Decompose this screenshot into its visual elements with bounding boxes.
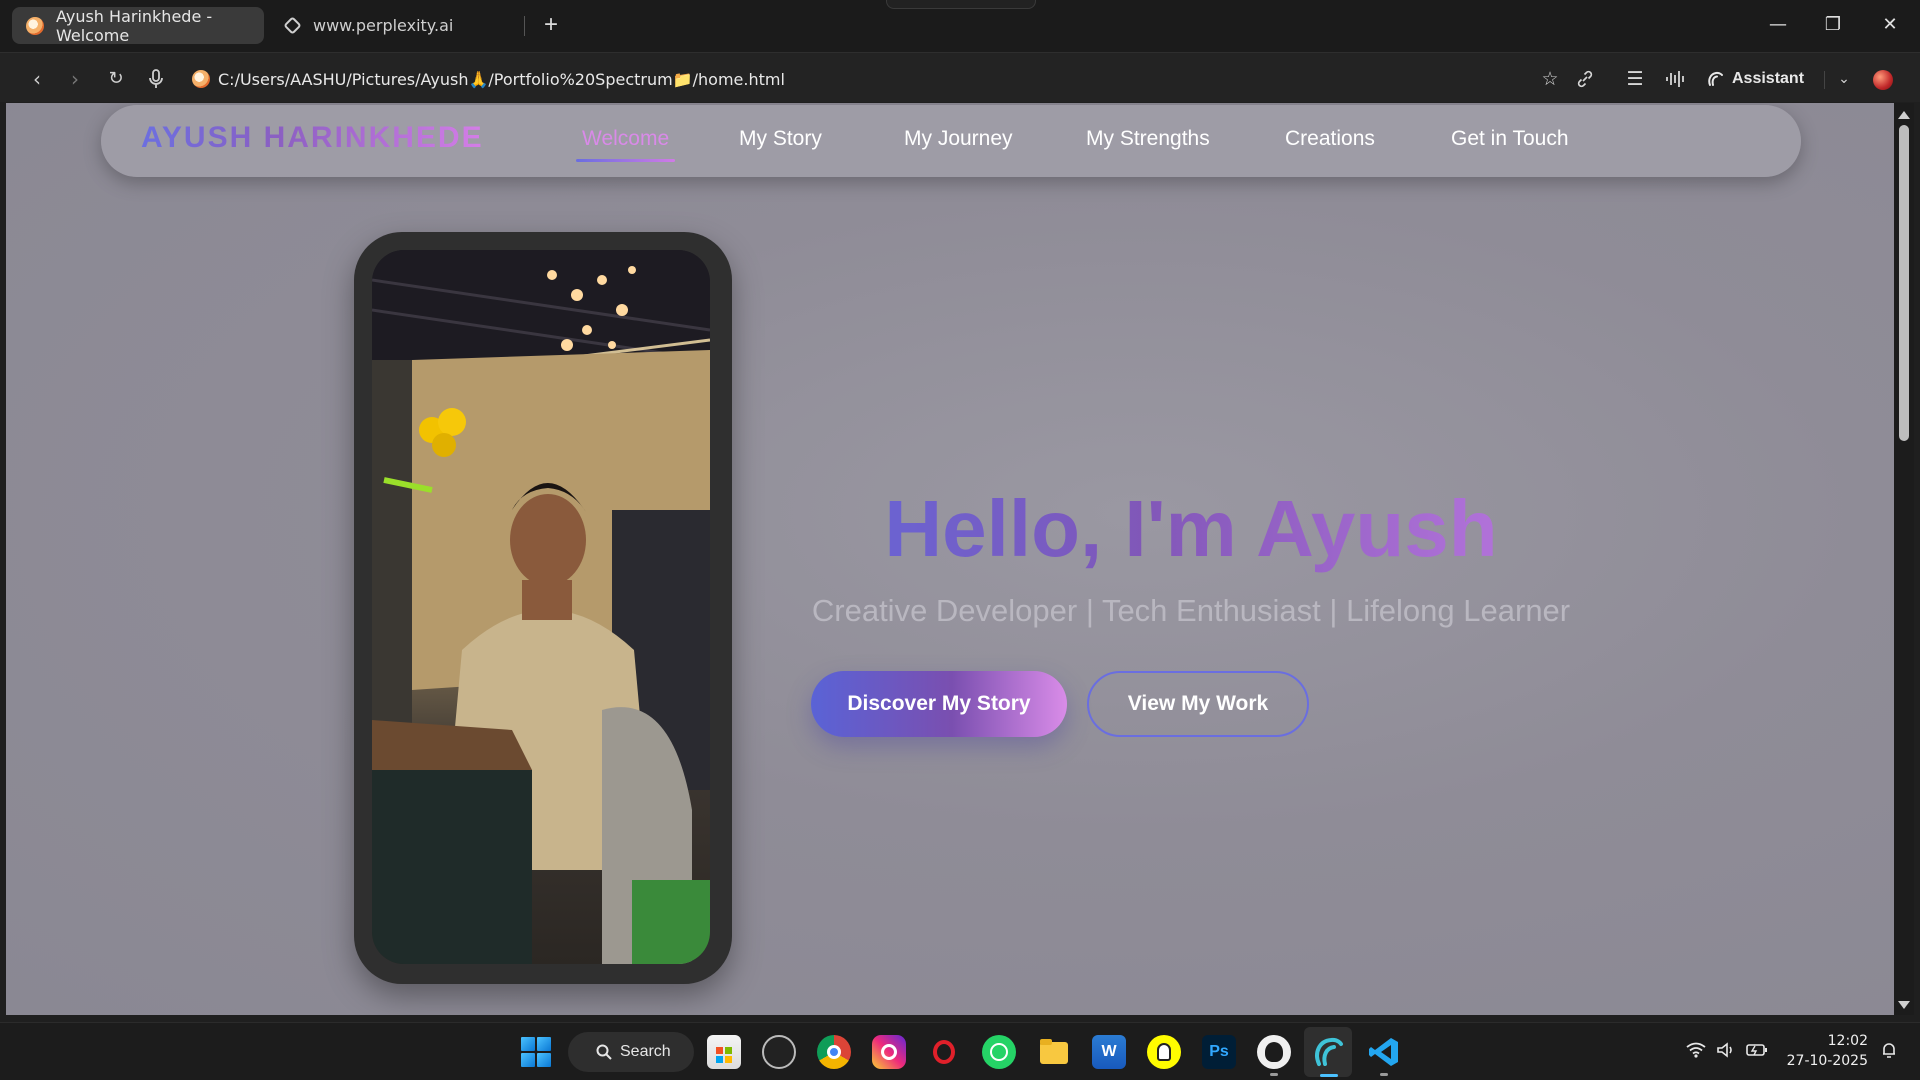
nav-link-get-in-touch[interactable]: Get in Touch — [1451, 127, 1569, 151]
notion-icon[interactable] — [762, 1035, 796, 1069]
url-field[interactable]: C:/Users/AASHU/Pictures/Ayush🙏/Portfolio… — [192, 66, 785, 92]
address-toolbar: ‹ › ↻ C:/Users/AASHU/Pictures/Ayush🙏/Por… — [0, 52, 1920, 102]
search-label: Search — [620, 1043, 671, 1060]
assistant-button[interactable]: Assistant — [1706, 67, 1804, 91]
taskbar-search[interactable]: Search — [568, 1032, 694, 1072]
hero-title: Hello, I'm Ayush — [726, 483, 1656, 575]
minimize-button[interactable]: — — [1758, 10, 1798, 40]
hero-subtitle: Creative Developer | Tech Enthusiast | L… — [811, 593, 1571, 628]
nav-link-creations[interactable]: Creations — [1285, 127, 1375, 151]
chrome-icon[interactable] — [817, 1035, 851, 1069]
clock-date: 27-10-2025 — [1786, 1053, 1868, 1069]
page-scrollbar[interactable] — [1894, 103, 1914, 1015]
tab-divider — [524, 16, 525, 36]
search-icon — [596, 1044, 612, 1060]
page-viewport: AYUSH HARINKHEDE Welcome My Story My Jou… — [6, 103, 1894, 1015]
word-icon[interactable]: W — [1092, 1035, 1126, 1069]
voice-wave-icon[interactable] — [1660, 64, 1690, 94]
clock-time: 12:02 — [1827, 1033, 1868, 1049]
tab-perplexity[interactable]: www.perplexity.ai — [270, 7, 522, 44]
windows-taskbar: Search W Ps 12:02 27-10-2025 — [0, 1022, 1920, 1080]
vscode-icon[interactable] — [1367, 1035, 1401, 1069]
site-navbar: AYUSH HARINKHEDE Welcome My Story My Jou… — [101, 105, 1801, 177]
site-favicon-icon — [26, 16, 44, 35]
site-logo[interactable]: AYUSH HARINKHEDE — [141, 121, 484, 155]
chevron-down-icon[interactable]: ⌄ — [1829, 64, 1859, 94]
profile-photo-illustration — [372, 250, 710, 964]
github-icon[interactable] — [1257, 1035, 1291, 1069]
running-indicator — [1270, 1073, 1278, 1076]
assistant-icon — [1708, 71, 1723, 86]
system-clock[interactable]: 12:02 27-10-2025 — [1778, 1031, 1868, 1071]
snapchat-icon[interactable] — [1147, 1035, 1181, 1069]
url-text: C:/Users/AASHU/Pictures/Ayush🙏/Portfolio… — [218, 69, 785, 89]
assistant-label: Assistant — [1732, 70, 1805, 87]
microphone-icon[interactable] — [141, 64, 171, 94]
wifi-icon[interactable] — [1686, 1042, 1706, 1062]
toolbar-divider — [1824, 71, 1825, 89]
opera-icon[interactable] — [927, 1035, 961, 1069]
windows-start-icon[interactable] — [521, 1037, 551, 1067]
view-my-work-button[interactable]: View My Work — [1087, 671, 1309, 737]
running-indicator — [1380, 1073, 1388, 1076]
scroll-down-arrow-icon[interactable] — [1898, 1001, 1910, 1009]
comet-browser-icon[interactable] — [1311, 1035, 1345, 1069]
scroll-thumb[interactable] — [1899, 125, 1909, 441]
close-window-button[interactable]: ✕ — [1870, 10, 1910, 40]
nav-link-my-story[interactable]: My Story — [739, 127, 822, 151]
back-button[interactable]: ‹ — [22, 64, 52, 94]
active-indicator — [1320, 1074, 1338, 1077]
tab-title: Ayush Harinkhede - Welcome — [56, 6, 213, 45]
forward-button[interactable]: › — [60, 64, 90, 94]
file-explorer-icon[interactable] — [1037, 1035, 1071, 1069]
bookmark-star-icon[interactable]: ☆ — [1535, 64, 1565, 94]
volume-icon[interactable] — [1716, 1042, 1736, 1062]
reload-button[interactable]: ↻ — [101, 64, 131, 94]
scroll-up-arrow-icon[interactable] — [1898, 111, 1910, 119]
whatsapp-icon[interactable] — [982, 1035, 1016, 1069]
site-favicon-icon — [192, 70, 210, 88]
profile-avatar[interactable] — [1873, 70, 1893, 90]
perplexity-icon — [283, 16, 302, 35]
restore-button[interactable]: ❐ — [1813, 10, 1853, 40]
tab-ayush-welcome[interactable]: Ayush Harinkhede - Welcome — [12, 6, 264, 45]
tab-title: www.perplexity.ai — [313, 16, 454, 35]
instagram-icon[interactable] — [872, 1035, 906, 1069]
photoshop-icon[interactable]: Ps — [1202, 1035, 1236, 1069]
discover-my-story-button[interactable]: Discover My Story — [811, 671, 1067, 737]
profile-photo — [372, 250, 710, 964]
window-notch — [886, 0, 1036, 9]
share-link-icon[interactable] — [1570, 64, 1600, 94]
nav-link-my-strengths[interactable]: My Strengths — [1086, 127, 1210, 151]
browser-titlebar: Ayush Harinkhede - Welcome www.perplexit… — [0, 0, 1920, 52]
battery-icon[interactable] — [1746, 1042, 1768, 1062]
microsoft-store-icon[interactable] — [707, 1035, 741, 1069]
nav-link-welcome[interactable]: Welcome — [575, 127, 676, 162]
phone-frame — [354, 232, 732, 984]
reader-mode-icon[interactable]: ☰ — [1620, 64, 1650, 94]
new-tab-button[interactable]: + — [536, 11, 566, 41]
nav-link-my-journey[interactable]: My Journey — [904, 127, 1013, 151]
notification-bell-icon[interactable] — [1880, 1041, 1898, 1063]
